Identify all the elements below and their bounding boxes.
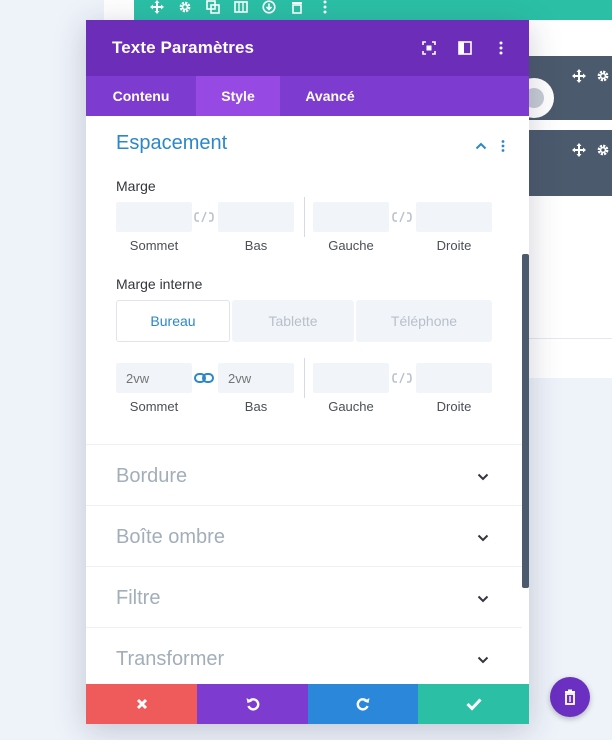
padding-bottom-label: Bas bbox=[244, 399, 268, 414]
margin-top-input[interactable] bbox=[116, 202, 192, 232]
builder-canvas-strip bbox=[526, 338, 612, 378]
redo-button[interactable] bbox=[308, 684, 418, 724]
section-title-espacement[interactable]: Espacement bbox=[116, 132, 227, 155]
kebab-menu-icon[interactable] bbox=[493, 40, 509, 56]
margin-label: Marge bbox=[116, 178, 156, 194]
expand-icon[interactable] bbox=[421, 40, 437, 56]
save-button[interactable] bbox=[418, 684, 529, 724]
chevron-down-icon bbox=[476, 530, 490, 544]
padding-top-input[interactable] bbox=[116, 363, 192, 393]
padding-top-label: Sommet bbox=[129, 399, 179, 414]
move-icon[interactable] bbox=[148, 0, 166, 14]
margin-left-input[interactable] bbox=[313, 202, 389, 232]
section-title: Boîte ombre bbox=[116, 526, 225, 548]
duplicate-icon[interactable] bbox=[204, 0, 222, 14]
modal-header: Texte Paramètres bbox=[86, 20, 529, 76]
sidebar-layout-icon[interactable] bbox=[457, 40, 473, 56]
padding-left-input[interactable] bbox=[313, 363, 389, 393]
tab-contenu[interactable]: Contenu bbox=[86, 76, 196, 116]
section-bordure[interactable]: Bordure bbox=[86, 444, 522, 505]
padding-right-label: Droite bbox=[436, 399, 472, 414]
redo-icon bbox=[356, 698, 370, 711]
padding-left-label: Gauche bbox=[328, 399, 374, 414]
section-boite-ombre[interactable]: Boîte ombre bbox=[86, 505, 522, 566]
undo-button[interactable] bbox=[197, 684, 308, 724]
section-filtre[interactable]: Filtre bbox=[86, 566, 522, 627]
more-icon[interactable] bbox=[316, 0, 334, 14]
link-icon[interactable] bbox=[194, 371, 214, 385]
columns-icon[interactable] bbox=[232, 0, 250, 14]
row-block bbox=[526, 130, 612, 196]
trash-icon bbox=[565, 689, 575, 705]
discard-button[interactable] bbox=[86, 684, 197, 724]
margin-right-input[interactable] bbox=[416, 202, 492, 232]
move-icon[interactable] bbox=[572, 142, 586, 161]
margin-bottom-input[interactable] bbox=[218, 202, 294, 232]
section-toolbar bbox=[134, 0, 612, 20]
modal-footer bbox=[86, 684, 529, 724]
trash-icon[interactable] bbox=[288, 0, 306, 14]
margin-top-label: Sommet bbox=[129, 238, 179, 253]
chevron-down-icon bbox=[476, 652, 490, 666]
padding-right-input[interactable] bbox=[416, 363, 492, 393]
padding-bottom-input[interactable] bbox=[218, 363, 294, 393]
chevron-down-icon bbox=[476, 591, 490, 605]
section-title: Filtre bbox=[116, 587, 161, 609]
margin-left-label: Gauche bbox=[328, 238, 374, 253]
tab-avance[interactable]: Avancé bbox=[280, 76, 380, 116]
section-transformer[interactable]: Transformer bbox=[86, 627, 522, 684]
field-divider bbox=[304, 197, 305, 237]
field-divider bbox=[304, 358, 305, 398]
section-title: Transformer bbox=[116, 648, 225, 670]
modal-body: Espacement Marge Sommet Bas Gauche Droit… bbox=[86, 116, 529, 684]
device-tab-tablet[interactable]: Tablette bbox=[232, 300, 354, 342]
modal-scrollbar[interactable] bbox=[522, 254, 529, 588]
unlink-icon[interactable] bbox=[392, 210, 412, 224]
margin-right-label: Droite bbox=[436, 238, 472, 253]
section-menu-icon[interactable] bbox=[500, 138, 514, 152]
chevron-down-icon bbox=[476, 469, 490, 483]
gear-icon[interactable] bbox=[596, 142, 610, 161]
settings-modal: Texte Paramètres Contenu Style Avancé Es… bbox=[86, 20, 529, 724]
trash-fab-button[interactable] bbox=[550, 677, 590, 717]
check-icon bbox=[465, 698, 482, 711]
chevron-up-icon[interactable] bbox=[474, 138, 488, 152]
save-download-icon[interactable] bbox=[260, 0, 278, 14]
move-icon[interactable] bbox=[572, 68, 586, 87]
gear-icon[interactable] bbox=[596, 68, 610, 87]
close-icon bbox=[136, 698, 147, 710]
padding-label: Marge interne bbox=[116, 276, 203, 292]
section-title: Bordure bbox=[116, 465, 188, 487]
unlink-icon[interactable] bbox=[392, 371, 412, 385]
tab-style[interactable]: Style bbox=[196, 76, 280, 116]
modal-tabs: Contenu Style Avancé bbox=[86, 76, 529, 116]
device-tab-phone[interactable]: Téléphone bbox=[356, 300, 492, 342]
device-tab-desktop[interactable]: Bureau bbox=[116, 300, 230, 342]
gear-icon[interactable] bbox=[176, 0, 194, 14]
margin-bottom-label: Bas bbox=[244, 238, 268, 253]
undo-icon bbox=[246, 698, 259, 711]
modal-title: Texte Paramètres bbox=[112, 38, 255, 57]
device-tabs: Bureau Tablette Téléphone bbox=[116, 300, 492, 342]
unlink-icon[interactable] bbox=[194, 210, 214, 224]
